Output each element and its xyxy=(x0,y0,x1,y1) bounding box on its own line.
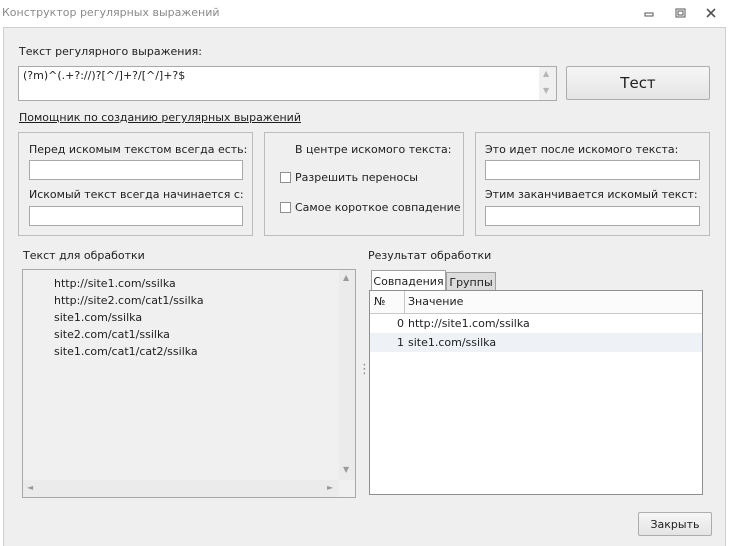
regex-input[interactable]: (?m)^(.+?://)?[^/]+?/[^/]+?$ ▲ ▼ xyxy=(18,66,557,101)
result-table[interactable]: № Значение 0 http://site1.com/ssilka 1 s… xyxy=(369,290,703,495)
row-number: 0 xyxy=(397,317,404,330)
scroll-up-icon[interactable]: ▲ xyxy=(543,69,549,78)
scroll-down-icon[interactable]: ▼ xyxy=(343,465,349,474)
scroll-left-icon[interactable]: ◄ xyxy=(27,483,33,492)
source-lines: http://site1.com/ssilka http://site2.com… xyxy=(54,275,204,360)
allow-wrap-checkbox[interactable] xyxy=(280,172,291,183)
column-header-value[interactable]: Значение xyxy=(408,295,463,308)
window-title: Конструктор регулярных выражений xyxy=(2,6,220,19)
tab-matches[interactable]: Совпадения xyxy=(371,270,446,291)
table-row[interactable]: 0 http://site1.com/ssilka xyxy=(370,314,702,333)
regex-scrollbar[interactable]: ▲ ▼ xyxy=(539,67,556,100)
regex-helper-link[interactable]: Помощник по созданию регулярных выражени… xyxy=(19,111,301,124)
source-horizontal-scrollbar[interactable]: ◄ ► xyxy=(23,480,339,497)
starts-with-input[interactable] xyxy=(29,206,243,226)
scroll-right-icon[interactable]: ► xyxy=(327,483,333,492)
close-icon xyxy=(706,8,716,18)
before-text-input[interactable] xyxy=(29,160,243,180)
source-vertical-scrollbar[interactable]: ▲ ▼ xyxy=(339,270,355,480)
title-bar: Конструктор регулярных выражений xyxy=(0,0,731,27)
shortest-match-checkbox[interactable] xyxy=(280,202,291,213)
row-value: http://site1.com/ssilka xyxy=(408,317,530,330)
source-line: site2.com/cat1/ssilka xyxy=(54,328,170,341)
restore-button[interactable] xyxy=(672,6,688,20)
regex-label: Текст регулярного выражения: xyxy=(19,45,202,58)
source-text-label: Текст для обработки xyxy=(23,249,145,262)
close-window-button[interactable] xyxy=(703,6,719,20)
column-header-number[interactable]: № xyxy=(374,295,385,308)
close-dialog-button[interactable]: Закрыть xyxy=(638,512,712,536)
minimize-button[interactable] xyxy=(641,6,657,20)
source-line: http://site2.com/cat1/ssilka xyxy=(54,294,204,307)
scroll-up-icon[interactable]: ▲ xyxy=(343,273,349,282)
restore-icon xyxy=(675,8,685,18)
before-text-label: Перед искомым текстом всегда есть: xyxy=(29,143,248,156)
shortest-match-label[interactable]: Самое короткое совпадение xyxy=(295,201,461,214)
starts-with-label: Искомый текст всегда начинается с: xyxy=(29,188,244,201)
source-line: http://site1.com/ssilka xyxy=(54,277,176,290)
minimize-icon xyxy=(644,12,654,17)
ends-with-input[interactable] xyxy=(485,206,700,226)
after-text-label: Это идет после искомого текста: xyxy=(485,143,679,156)
center-text-label: В центре искомого текста: xyxy=(295,143,452,156)
tab-groups[interactable]: Группы xyxy=(446,272,496,291)
result-table-header: № Значение xyxy=(370,291,702,314)
row-number: 1 xyxy=(397,336,404,349)
result-label: Результат обработки xyxy=(368,249,492,262)
table-row[interactable]: 1 site1.com/ssilka xyxy=(370,333,702,352)
allow-wrap-label[interactable]: Разрешить переносы xyxy=(295,171,418,184)
column-divider xyxy=(404,291,405,313)
source-text-area[interactable]: http://site1.com/ssilka http://site2.com… xyxy=(22,269,356,498)
regex-input-value: (?m)^(.+?://)?[^/]+?/[^/]+?$ xyxy=(23,69,186,82)
source-line: site1.com/cat1/cat2/ssilka xyxy=(54,345,198,358)
scroll-down-icon[interactable]: ▼ xyxy=(543,86,549,95)
row-value: site1.com/ssilka xyxy=(408,336,497,349)
ends-with-label: Этим заканчивается искомый текст: xyxy=(485,188,698,201)
after-text-input[interactable] xyxy=(485,160,700,180)
test-button[interactable]: Тест xyxy=(566,66,710,100)
source-line: site1.com/ssilka xyxy=(54,311,143,324)
